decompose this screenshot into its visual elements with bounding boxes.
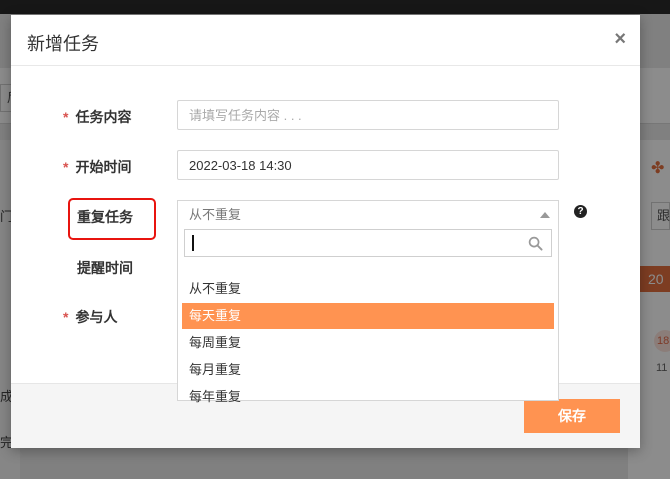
repeat-task-select[interactable]: 从不重复 bbox=[177, 200, 559, 230]
task-content-input[interactable] bbox=[177, 100, 559, 130]
repeat-task-dropdown: 从不重复 每天重复 每周重复 每月重复 每年重复 bbox=[177, 229, 559, 404]
option-yearly[interactable]: 每年重复 bbox=[182, 384, 554, 410]
option-never[interactable]: 从不重复 bbox=[182, 276, 554, 302]
option-weekly[interactable]: 每周重复 bbox=[182, 330, 554, 356]
option-daily[interactable]: 每天重复 bbox=[182, 303, 554, 329]
dialog-header: 新增任务 × bbox=[11, 15, 640, 66]
dialog-title: 新增任务 bbox=[27, 34, 99, 54]
participants-label: * 参与人 bbox=[63, 309, 118, 325]
dropdown-search-input[interactable] bbox=[185, 230, 515, 256]
close-icon[interactable]: × bbox=[614, 27, 626, 51]
required-mark: * bbox=[63, 309, 69, 325]
reminder-time-label: 提醒时间 bbox=[77, 260, 133, 276]
task-content-label: * 任务内容 bbox=[63, 109, 132, 125]
repeat-task-selected-value: 从不重复 bbox=[189, 207, 242, 222]
start-time-input[interactable] bbox=[177, 150, 559, 180]
repeat-task-label: 重复任务 bbox=[77, 209, 133, 225]
caret-up-icon bbox=[540, 212, 550, 218]
new-task-dialog: 新增任务 × *任务内容 *开始时间 重复任务 从不重复 ? 提醒时间 *参与人… bbox=[11, 15, 640, 448]
question-circle-icon[interactable]: ? bbox=[574, 205, 587, 218]
required-mark: * bbox=[63, 159, 69, 175]
search-icon bbox=[528, 236, 543, 251]
text-cursor bbox=[192, 235, 194, 251]
start-time-label: * 开始时间 bbox=[63, 159, 132, 175]
dropdown-search-box bbox=[184, 229, 552, 257]
option-monthly[interactable]: 每月重复 bbox=[182, 357, 554, 383]
required-mark: * bbox=[63, 109, 69, 125]
